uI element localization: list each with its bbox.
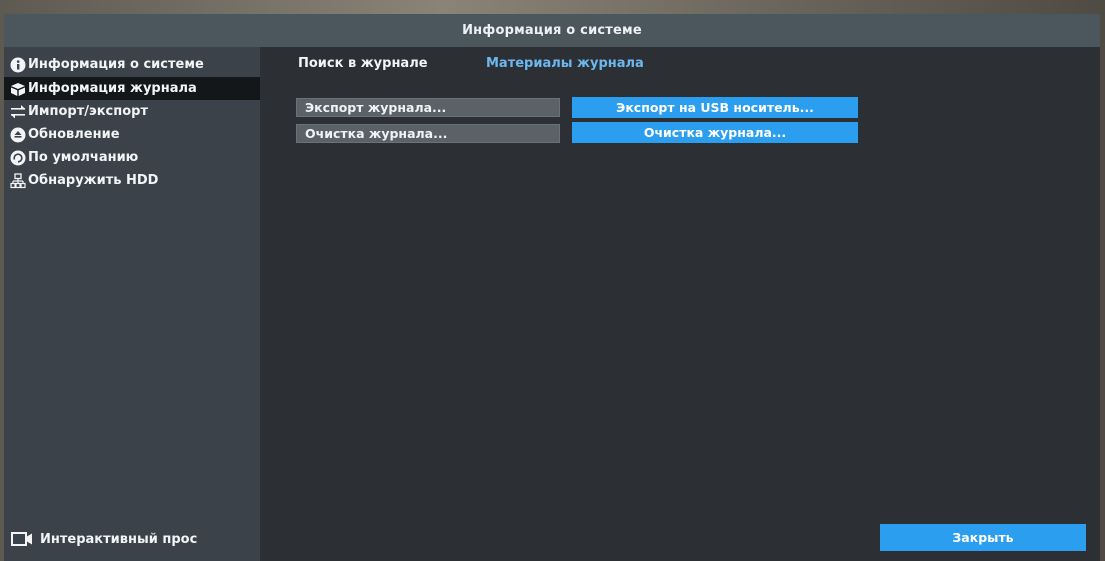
sidebar-item-label: Обновление [28,127,120,142]
sidebar-item-label: Обнаружить HDD [28,173,159,188]
clear-log-button[interactable]: Очистка журнала... [296,124,560,143]
live-view-button[interactable]: Интерактивный прос [10,527,197,551]
sidebar-item-system-info[interactable]: Информация о системе [4,53,260,76]
sidebar-item-label: Информация журнала [28,81,197,96]
sidebar-item-label: По умолчанию [28,150,139,165]
sidebar-item-default[interactable]: По умолчанию [4,146,260,169]
live-view-label: Интерактивный прос [40,531,198,547]
network-tree-icon [10,172,26,189]
sidebar-item-label: Импорт/экспорт [28,104,148,119]
sidebar-item-import-export[interactable]: Импорт/экспорт [4,100,260,123]
reset-circle-icon [10,150,26,166]
sidebar-item-log-info[interactable]: Информация журнала [4,77,260,100]
sidebar-item-label: Информация о системе [28,57,204,72]
tab-log-materials[interactable]: Материалы журнала [486,56,644,71]
tab-log-search[interactable]: Поиск в журнале [298,56,428,71]
video-camera-icon [10,530,34,548]
export-usb-button[interactable]: Экспорт на USB носитель... [572,97,858,118]
close-button[interactable]: Закрыть [880,524,1086,551]
clear-log-confirm-button[interactable]: Очистка журнала... [572,122,858,143]
sidebar: Информация о системе Информация журнала … [4,47,260,561]
info-circle-icon [10,57,26,73]
sidebar-item-detect-hdd[interactable]: Обнаружить HDD [4,169,260,192]
import-export-arrows-icon [10,104,26,120]
box-icon [10,81,26,97]
sidebar-item-update[interactable]: Обновление [4,123,260,146]
system-info-dialog: Информация о системе Информация о систем… [4,14,1100,561]
export-log-button[interactable]: Экспорт журнала... [296,98,560,117]
dialog-title: Информация о системе [4,14,1100,47]
upload-circle-icon [10,127,26,143]
